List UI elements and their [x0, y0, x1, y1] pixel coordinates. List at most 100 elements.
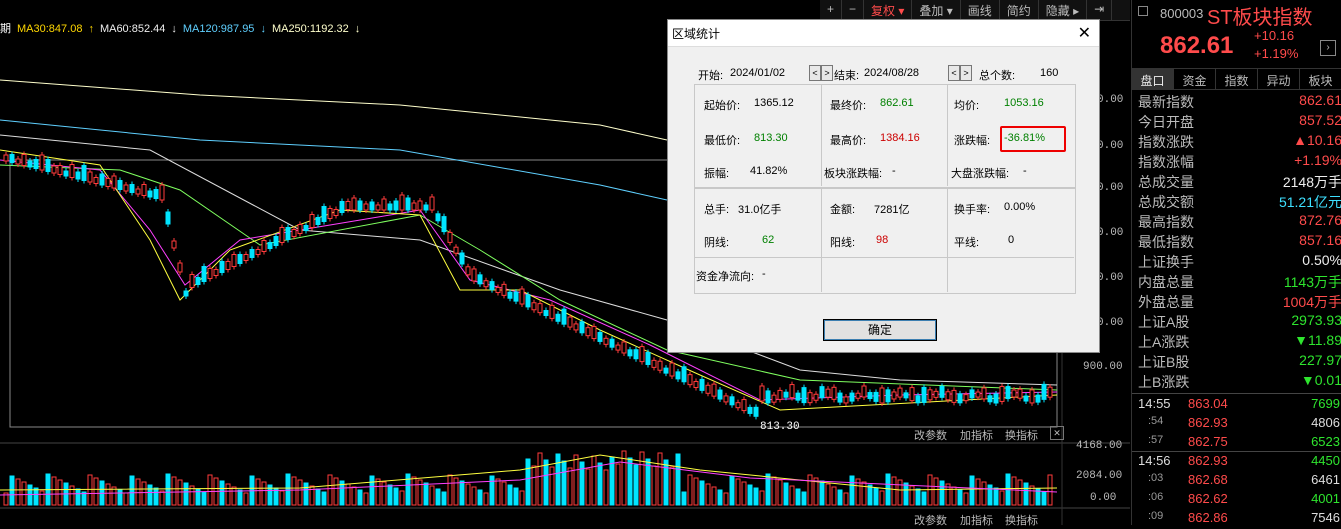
ok-button[interactable]: 确定: [823, 319, 937, 341]
bottom-add-indicator-button[interactable]: 加指标: [960, 512, 993, 528]
end-prev-button[interactable]: <: [948, 65, 960, 81]
candle-body: [39, 154, 45, 171]
candle-body: [543, 310, 549, 317]
volume-bar: [441, 491, 447, 506]
candle-body: [885, 389, 891, 403]
quote-stat-value: 857.16: [1299, 232, 1341, 248]
quote-stat-row: 总成交额 51.21亿元: [1138, 192, 1341, 212]
candle-body: [117, 180, 123, 190]
tab-funds[interactable]: 资金: [1174, 69, 1216, 89]
volume-bar: [627, 457, 633, 506]
bottom-switch-indicator-button[interactable]: 换指标: [1005, 512, 1038, 528]
volume-bar: [789, 485, 795, 506]
candle-body: [63, 170, 69, 177]
volume-close-icon[interactable]: ✕: [1050, 426, 1064, 440]
quote-stat-row: 上证A股 2973.93: [1138, 312, 1341, 332]
low-label: 最低价:: [704, 135, 741, 147]
quote-stat-row: 外盘总量 1004万手: [1138, 292, 1341, 312]
panel-menu-icon[interactable]: [1138, 6, 1148, 16]
candle-body: [687, 374, 693, 386]
candle-body: [723, 395, 729, 403]
volume-add-indicator-button[interactable]: 加指标: [960, 427, 993, 443]
candle-body: [459, 252, 465, 265]
volume-bar: [219, 480, 225, 506]
tick-time: :57: [1148, 434, 1164, 446]
candle-body: [57, 165, 63, 175]
tick-price: 862.68: [1188, 472, 1228, 487]
volume-bar: [591, 455, 597, 506]
candle-body: [417, 200, 423, 211]
draw-line-button[interactable]: 画线: [961, 0, 1000, 20]
quote-stat-value: 2148万手: [1282, 174, 1341, 190]
volume-bar: [525, 458, 531, 506]
tab-sector[interactable]: 板块: [1300, 69, 1341, 89]
end-next-button[interactable]: >: [960, 65, 972, 81]
tick-time: :54: [1148, 415, 1164, 427]
candle-body: [483, 280, 489, 288]
candle-body: [819, 386, 825, 399]
candle-body: [855, 392, 861, 399]
dialog-titlebar[interactable]: 区域统计 ✕: [668, 20, 1099, 47]
chart-toolbar: + − 复权 ▾ 叠加 ▾ 画线 简约 隐藏 ▸ ⇥: [820, 0, 1130, 21]
close-icon[interactable]: ✕: [1078, 23, 1091, 43]
candle-body: [351, 197, 357, 211]
volume-bar: [825, 483, 831, 506]
tick-separator: [1132, 451, 1341, 452]
volume-bar: [753, 487, 759, 506]
zoom-out-button[interactable]: −: [842, 0, 865, 20]
candle-body: [393, 200, 399, 211]
bottom-params-button[interactable]: 改参数: [914, 512, 947, 528]
simple-mode-button[interactable]: 简约: [1000, 0, 1039, 20]
volume-bar: [309, 485, 315, 506]
candle-body: [945, 391, 951, 401]
volume-params-button[interactable]: 改参数: [914, 427, 947, 443]
price-axis-label: 0.00: [1097, 317, 1124, 329]
tick-row: 14:55 863.04 7699: [1138, 396, 1341, 415]
candle-body: [897, 387, 903, 398]
quote-stat-row: 最低指数 857.16: [1138, 232, 1341, 252]
tab-index[interactable]: 指数: [1216, 69, 1258, 89]
close-price-value: 862.61: [880, 97, 914, 109]
volume-bar: [681, 491, 687, 506]
volume-bar: [537, 452, 543, 506]
volume-axis-label: 4168.00: [1076, 440, 1123, 452]
collapse-icon[interactable]: ⇥: [1087, 0, 1113, 20]
ma30-arrow: ↑: [88, 23, 94, 35]
hide-button[interactable]: 隐藏 ▸: [1039, 0, 1088, 20]
volume-bar: [675, 453, 681, 506]
overlay-button[interactable]: 叠加 ▾: [912, 0, 961, 20]
volume-bar: [411, 476, 417, 506]
price-axis-label: 0.00: [1097, 140, 1124, 152]
tab-movement[interactable]: 异动: [1258, 69, 1300, 89]
candle-body: [291, 229, 297, 237]
candle-body: [801, 387, 807, 404]
volume-switch-indicator-button[interactable]: 换指标: [1005, 427, 1038, 443]
volume-bar: [843, 492, 849, 506]
restore-right-button[interactable]: 复权 ▾: [864, 0, 913, 20]
start-prev-button[interactable]: <: [809, 65, 821, 81]
quote-stat-label: 上A涨跌: [1138, 334, 1190, 350]
volume-bar: [87, 474, 93, 506]
start-next-button[interactable]: >: [821, 65, 833, 81]
candle-body: [159, 184, 165, 201]
quote-stat-label: 指数涨幅: [1138, 154, 1194, 170]
candle-body: [951, 389, 957, 403]
zoom-in-button[interactable]: +: [820, 0, 843, 20]
candle-body: [759, 385, 765, 402]
volume-bar: [159, 490, 165, 506]
candle-body: [243, 254, 249, 261]
tick-row: :03 862.68 6461: [1138, 472, 1341, 491]
negative-candles-label: 阴线:: [704, 237, 730, 249]
volume-bar: [519, 490, 525, 506]
turnover-label: 换手率:: [954, 204, 991, 216]
tab-order-book[interactable]: 盘口: [1132, 69, 1174, 89]
ma120-arrow: ↓: [260, 23, 266, 35]
candle-body: [3, 154, 9, 162]
volume-bar: [147, 484, 153, 506]
high-value: 1384.16: [880, 132, 920, 144]
quote-stat-value: ▼0.01: [1300, 372, 1341, 388]
candle-body: [27, 160, 33, 168]
expand-icon[interactable]: ›: [1320, 40, 1336, 56]
amplitude-label: 振幅:: [704, 168, 730, 180]
tick-time: :06: [1148, 491, 1164, 503]
